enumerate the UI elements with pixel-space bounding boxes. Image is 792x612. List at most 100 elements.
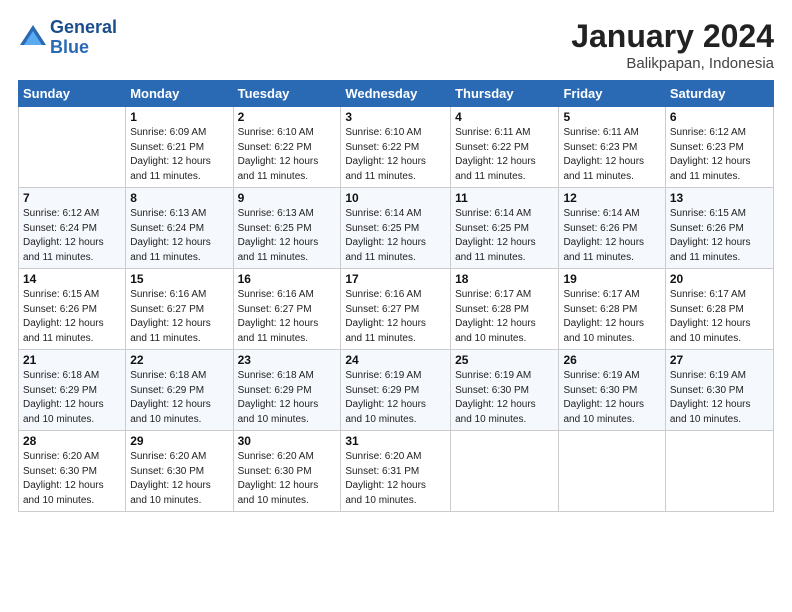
day-info: Sunrise: 6:19 AMSunset: 6:30 PMDaylight:… xyxy=(455,369,554,427)
day-number: 24 xyxy=(345,353,446,367)
calendar-header-monday: Monday xyxy=(126,81,233,107)
day-info: Sunrise: 6:20 AMSunset: 6:30 PMDaylight:… xyxy=(238,450,337,508)
day-number: 30 xyxy=(238,434,337,448)
calendar-cell: 15Sunrise: 6:16 AMSunset: 6:27 PMDayligh… xyxy=(126,269,233,350)
day-number: 21 xyxy=(23,353,121,367)
subtitle: Balikpapan, Indonesia xyxy=(571,55,774,72)
calendar-cell: 19Sunrise: 6:17 AMSunset: 6:28 PMDayligh… xyxy=(559,269,665,350)
day-info: Sunrise: 6:11 AMSunset: 6:22 PMDaylight:… xyxy=(455,126,554,184)
calendar-header-saturday: Saturday xyxy=(665,81,773,107)
day-number: 16 xyxy=(238,272,337,286)
calendar-cell: 16 Sunrise: 6:16 AMSunset: 6:27 PMDayligh… xyxy=(233,269,341,350)
calendar-header-thursday: Thursday xyxy=(451,81,559,107)
calendar-cell: 4 Sunrise: 6:11 AMSunset: 6:22 PMDaylight… xyxy=(451,107,559,188)
calendar-week-row: 1 Sunrise: 6:09 AMSunset: 6:21 PMDaylight… xyxy=(19,107,774,188)
day-info: Sunrise: 6:20 AMSunset: 6:31 PMDaylight:… xyxy=(345,450,446,508)
day-info: Sunrise: 6:15 AMSunset: 6:26 PMDaylight:… xyxy=(23,288,121,346)
day-number: 8 xyxy=(130,191,228,205)
day-info: Sunrise: 6:20 AMSunset: 6:30 PMDaylight:… xyxy=(130,450,228,508)
day-number: 17 xyxy=(345,272,446,286)
day-info: Sunrise: 6:14 AMSunset: 6:25 PMDaylight:… xyxy=(345,207,446,265)
calendar-cell: 13 Sunrise: 6:15 AMSunset: 6:26 PMDayligh… xyxy=(665,188,773,269)
day-number: 1 xyxy=(130,110,228,124)
day-info: Sunrise: 6:18 AMSunset: 6:29 PMDaylight:… xyxy=(238,369,337,427)
day-number: 2 xyxy=(238,110,337,124)
calendar-cell: 30 Sunrise: 6:20 AMSunset: 6:30 PMDayligh… xyxy=(233,431,341,512)
day-info: Sunrise: 6:16 AMSunset: 6:27 PMDaylight:… xyxy=(345,288,446,346)
day-number: 29 xyxy=(130,434,228,448)
day-info: Sunrise: 6:14 AMSunset: 6:25 PMDaylight:… xyxy=(455,207,554,265)
day-info: Sunrise: 6:20 AMSunset: 6:30 PMDaylight:… xyxy=(23,450,121,508)
main-title: January 2024 xyxy=(571,18,774,55)
day-number: 9 xyxy=(238,191,337,205)
page: General Blue January 2024 Balikpapan, In… xyxy=(0,0,792,612)
day-info: Sunrise: 6:17 AMSunset: 6:28 PMDaylight:… xyxy=(455,288,554,346)
day-info: Sunrise: 6:13 AMSunset: 6:24 PMDaylight:… xyxy=(130,207,228,265)
calendar-cell: 23 Sunrise: 6:18 AMSunset: 6:29 PMDayligh… xyxy=(233,350,341,431)
day-number: 27 xyxy=(670,353,769,367)
title-block: January 2024 Balikpapan, Indonesia xyxy=(571,18,774,72)
day-info: Sunrise: 6:15 AMSunset: 6:26 PMDaylight:… xyxy=(670,207,769,265)
calendar-cell xyxy=(19,107,126,188)
calendar-cell: 14 Sunrise: 6:15 AMSunset: 6:26 PMDayligh… xyxy=(19,269,126,350)
calendar-week-row: 7 Sunrise: 6:12 AMSunset: 6:24 PMDaylight… xyxy=(19,188,774,269)
calendar-cell: 22Sunrise: 6:18 AMSunset: 6:29 PMDayligh… xyxy=(126,350,233,431)
day-info: Sunrise: 6:16 AMSunset: 6:27 PMDaylight:… xyxy=(238,288,337,346)
day-number: 28 xyxy=(23,434,121,448)
calendar-week-row: 21 Sunrise: 6:18 AMSunset: 6:29 PMDayligh… xyxy=(19,350,774,431)
day-info: Sunrise: 6:19 AMSunset: 6:29 PMDaylight:… xyxy=(345,369,446,427)
calendar-header-sunday: Sunday xyxy=(19,81,126,107)
calendar-cell: 2Sunrise: 6:10 AMSunset: 6:22 PMDaylight… xyxy=(233,107,341,188)
calendar-cell: 17 Sunrise: 6:16 AMSunset: 6:27 PMDayligh… xyxy=(341,269,451,350)
calendar-week-row: 14 Sunrise: 6:15 AMSunset: 6:26 PMDayligh… xyxy=(19,269,774,350)
day-number: 13 xyxy=(670,191,769,205)
logo: General Blue xyxy=(18,18,117,58)
day-info: Sunrise: 6:17 AMSunset: 6:28 PMDaylight:… xyxy=(563,288,660,346)
calendar-cell: 27 Sunrise: 6:19 AMSunset: 6:30 PMDayligh… xyxy=(665,350,773,431)
calendar-cell: 31Sunrise: 6:20 AMSunset: 6:31 PMDayligh… xyxy=(341,431,451,512)
day-info: Sunrise: 6:16 AMSunset: 6:27 PMDaylight:… xyxy=(130,288,228,346)
calendar-cell: 9 Sunrise: 6:13 AMSunset: 6:25 PMDaylight… xyxy=(233,188,341,269)
calendar-cell: 8 Sunrise: 6:13 AMSunset: 6:24 PMDaylight… xyxy=(126,188,233,269)
day-info: Sunrise: 6:09 AMSunset: 6:21 PMDaylight:… xyxy=(130,126,228,184)
day-number: 25 xyxy=(455,353,554,367)
day-number: 10 xyxy=(345,191,446,205)
day-info: Sunrise: 6:19 AMSunset: 6:30 PMDaylight:… xyxy=(563,369,660,427)
day-number: 7 xyxy=(23,191,121,205)
day-number: 18 xyxy=(455,272,554,286)
calendar-cell xyxy=(451,431,559,512)
day-info: Sunrise: 6:11 AMSunset: 6:23 PMDaylight:… xyxy=(563,126,660,184)
calendar-cell: 11 Sunrise: 6:14 AMSunset: 6:25 PMDayligh… xyxy=(451,188,559,269)
day-info: Sunrise: 6:18 AMSunset: 6:29 PMDaylight:… xyxy=(23,369,121,427)
calendar-header-wednesday: Wednesday xyxy=(341,81,451,107)
calendar-cell: 25 Sunrise: 6:19 AMSunset: 6:30 PMDayligh… xyxy=(451,350,559,431)
day-number: 3 xyxy=(345,110,446,124)
day-number: 11 xyxy=(455,191,554,205)
day-number: 23 xyxy=(238,353,337,367)
calendar-header-row: SundayMondayTuesdayWednesdayThursdayFrid… xyxy=(19,81,774,107)
day-number: 12 xyxy=(563,191,660,205)
day-number: 6 xyxy=(670,110,769,124)
calendar-cell: 28 Sunrise: 6:20 AMSunset: 6:30 PMDayligh… xyxy=(19,431,126,512)
calendar-cell xyxy=(665,431,773,512)
logo-text: General Blue xyxy=(50,18,117,58)
calendar-cell: 7 Sunrise: 6:12 AMSunset: 6:24 PMDaylight… xyxy=(19,188,126,269)
day-number: 26 xyxy=(563,353,660,367)
calendar-cell: 6Sunrise: 6:12 AMSunset: 6:23 PMDaylight… xyxy=(665,107,773,188)
day-info: Sunrise: 6:17 AMSunset: 6:28 PMDaylight:… xyxy=(670,288,769,346)
day-info: Sunrise: 6:13 AMSunset: 6:25 PMDaylight:… xyxy=(238,207,337,265)
day-number: 4 xyxy=(455,110,554,124)
calendar-cell: 10 Sunrise: 6:14 AMSunset: 6:25 PMDayligh… xyxy=(341,188,451,269)
day-number: 14 xyxy=(23,272,121,286)
day-info: Sunrise: 6:19 AMSunset: 6:30 PMDaylight:… xyxy=(670,369,769,427)
day-number: 5 xyxy=(563,110,660,124)
day-info: Sunrise: 6:10 AMSunset: 6:22 PMDaylight:… xyxy=(345,126,446,184)
logo-icon xyxy=(18,23,48,53)
day-info: Sunrise: 6:12 AMSunset: 6:24 PMDaylight:… xyxy=(23,207,121,265)
calendar-cell xyxy=(559,431,665,512)
calendar-cell: 12Sunrise: 6:14 AMSunset: 6:26 PMDayligh… xyxy=(559,188,665,269)
calendar-cell: 21 Sunrise: 6:18 AMSunset: 6:29 PMDayligh… xyxy=(19,350,126,431)
calendar-cell: 18 Sunrise: 6:17 AMSunset: 6:28 PMDayligh… xyxy=(451,269,559,350)
calendar-cell: 26 Sunrise: 6:19 AMSunset: 6:30 PMDayligh… xyxy=(559,350,665,431)
calendar-cell: 5 Sunrise: 6:11 AMSunset: 6:23 PMDaylight… xyxy=(559,107,665,188)
